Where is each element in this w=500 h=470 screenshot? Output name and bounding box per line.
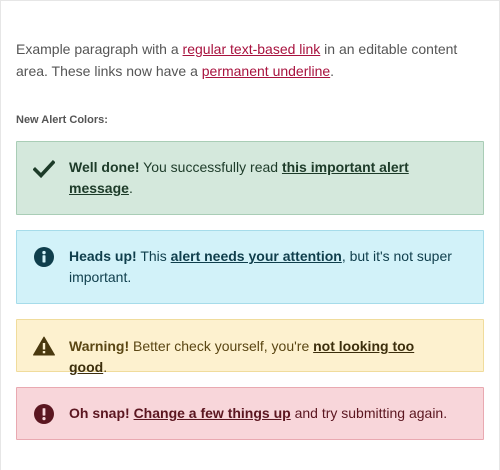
- alert-info-body: This: [136, 248, 171, 264]
- section-label: New Alert Colors:: [16, 114, 108, 126]
- permanent-underline-link[interactable]: permanent underline: [202, 63, 330, 79]
- alert-warning-text: Warning! Better check yourself, you're n…: [69, 336, 455, 378]
- intro-text-1: Example paragraph with a: [16, 41, 183, 57]
- alert-info-title: Heads up!: [69, 248, 137, 264]
- alert-danger: Oh snap! Change a few things up and try …: [16, 387, 484, 440]
- alert-success-title: Well done!: [69, 159, 140, 175]
- alert-danger-link[interactable]: Change a few things up: [134, 405, 291, 421]
- regular-link[interactable]: regular text-based link: [183, 41, 321, 57]
- intro-text-3: .: [330, 63, 335, 79]
- alert-danger-end: and try submitting again.: [290, 405, 448, 421]
- alert-danger-text: Oh snap! Change a few things up and try …: [69, 403, 455, 424]
- alert-warning-title: Warning!: [69, 338, 130, 354]
- alert-danger-title: Oh snap!: [69, 405, 130, 421]
- alert-success-text: Well done! You successfully read this im…: [69, 157, 455, 199]
- alert-info: Heads up! This alert needs your attentio…: [16, 230, 484, 304]
- alert-success-end: .: [128, 180, 133, 196]
- intro-paragraph: Example paragraph with a regular text-ba…: [16, 38, 486, 82]
- checkmark-icon: [33, 158, 55, 180]
- alert-success: Well done! You successfully read this im…: [16, 141, 484, 215]
- alert-warning: Warning! Better check yourself, you're n…: [16, 319, 484, 375]
- alert-warning-body: Better check yourself, you're: [129, 338, 314, 354]
- warning-triangle-icon: [33, 335, 55, 357]
- alert-warning-end: .: [103, 359, 108, 375]
- info-circle-icon: [33, 246, 55, 268]
- exclamation-circle-icon: [33, 403, 55, 425]
- alert-info-link[interactable]: alert needs your attention: [171, 248, 342, 264]
- alert-success-body: You successfully read: [139, 159, 282, 175]
- alert-info-text: Heads up! This alert needs your attentio…: [69, 246, 455, 288]
